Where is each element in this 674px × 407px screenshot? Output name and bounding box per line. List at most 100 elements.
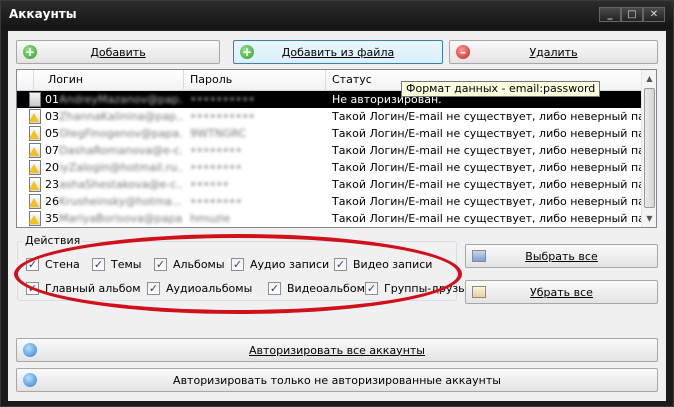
table-row[interactable]: 35MariyaBorisova@papa... hmuzie Такой Логи… xyxy=(17,210,641,227)
table-row[interactable]: 23ashaShestakova@e-c... •••••• Такой Логин… xyxy=(17,176,641,193)
actions-group: Действия ✓ Стена ✓ Темы ✓ Альбомы ✓ Аудио запис… xyxy=(17,234,471,301)
close-button[interactable]: ✕ xyxy=(643,7,665,22)
action-checkbox[interactable]: ✓ Аудиоальбомы xyxy=(147,280,252,296)
action-checkbox[interactable]: ✓ Группы-друзья xyxy=(365,280,471,296)
authorize-unauthorized-label: Авторизировать только не авторизированны… xyxy=(173,373,501,387)
scroll-up-icon[interactable]: ▲ xyxy=(642,70,657,87)
login-cell: 23ashaShestakova@e-c... xyxy=(45,178,183,191)
action-checkbox[interactable]: ✓ Альбомы xyxy=(154,256,225,272)
checkmark-icon[interactable]: ✓ xyxy=(231,257,244,271)
scroll-down-icon[interactable]: ▼ xyxy=(642,210,657,227)
table-row[interactable]: 26Krusheinsky@hotma... •••••••• Такой Логи… xyxy=(17,193,641,210)
add-button-label: Добавить xyxy=(90,45,146,59)
add-from-file-button[interactable]: + Добавить из файла xyxy=(233,40,443,64)
client-area: + Добавить + Добавить из файла – Удалить… xyxy=(8,31,666,401)
authorize-all-label: Авторизировать все аккаунты xyxy=(249,343,425,357)
status-cell: Такой Логин/E-mail не существует, либо н… xyxy=(332,144,641,157)
delete-icon: – xyxy=(456,45,470,59)
password-cell: 9WTNGRC xyxy=(190,127,247,140)
login-cell: 01AndreyMazanov@pap... xyxy=(45,93,183,106)
checkbox-label: Аудиоальбомы xyxy=(166,281,253,295)
icon-column-header[interactable] xyxy=(17,70,34,91)
authorize-all-icon xyxy=(23,343,37,357)
table-row[interactable]: 03ZhannaKalinina@pap... •••••••••• Такой Л… xyxy=(17,108,641,125)
warning-icon xyxy=(29,177,41,192)
authorize-unauthorized-icon xyxy=(23,373,37,387)
status-cell: Такой Логин/E-mail не существует, либо н… xyxy=(332,212,641,225)
login-cell: 07DashaRomanova@e-c... xyxy=(45,144,183,157)
maximize-button[interactable]: □ xyxy=(621,7,643,22)
authorize-unauthorized-button[interactable]: Авторизировать только не авторизированны… xyxy=(16,368,658,392)
delete-button-label: Удалить xyxy=(529,45,578,59)
action-checkbox[interactable]: ✓ Главный альбом xyxy=(26,280,141,296)
checkbox-label: Стена xyxy=(45,257,80,271)
column-password[interactable]: Пароль xyxy=(184,70,326,91)
delete-button[interactable]: – Удалить xyxy=(449,40,658,64)
checkmark-icon[interactable]: ✓ xyxy=(268,281,281,295)
warning-icon xyxy=(29,126,41,141)
checkbox-label: Главный альбом xyxy=(45,281,141,295)
action-checkbox[interactable]: ✓ Видеоальбомы xyxy=(268,280,374,296)
add-icon: + xyxy=(23,45,37,59)
table-row[interactable]: 07DashaRomanova@e-c... •••••••• Такой Логи… xyxy=(17,142,641,159)
password-cell: •••••••• xyxy=(190,144,242,157)
warning-triangle-icon xyxy=(29,147,39,156)
checkmark-icon[interactable]: ✓ xyxy=(365,281,378,295)
add-button[interactable]: + Добавить xyxy=(16,40,220,64)
login-cell: 05OlegFinogenov@papa... xyxy=(45,127,183,140)
checkmark-icon[interactable]: ✓ xyxy=(92,257,105,271)
warning-icon xyxy=(29,143,41,158)
checkbox-label: Аудио записи xyxy=(250,257,330,271)
checkbox-label: Группы-друзья xyxy=(384,281,472,295)
checkmark-icon[interactable]: ✓ xyxy=(147,281,160,295)
warning-triangle-icon xyxy=(29,215,39,224)
password-cell: •••••••••• xyxy=(190,93,255,106)
warning-triangle-icon xyxy=(29,164,39,173)
status-cell: Такой Логин/E-mail не существует, либо н… xyxy=(332,110,641,123)
title-bar[interactable]: Аккаунты _ □ ✕ xyxy=(1,1,673,29)
scroll-thumb[interactable] xyxy=(644,88,655,208)
table-row[interactable]: 05OlegFinogenov@papa... 9WTNGRC Такой Логи… xyxy=(17,125,641,142)
warning-triangle-icon xyxy=(29,130,39,139)
deselect-all-icon xyxy=(472,286,486,298)
warning-triangle-icon xyxy=(29,181,39,190)
account-icon xyxy=(29,92,41,107)
login-cell: 20iyZalogin@hotmail.ru... xyxy=(45,161,183,174)
action-checkbox[interactable]: ✓ Видео записи xyxy=(334,256,432,272)
authorize-all-button[interactable]: Авторизировать все аккаунты xyxy=(16,338,658,362)
column-login[interactable]: Логин xyxy=(34,70,184,91)
deselect-all-label: Убрать все xyxy=(530,285,593,299)
warning-triangle-icon xyxy=(29,198,39,207)
status-cell: Такой Логин/E-mail не существует, либо н… xyxy=(332,161,641,174)
password-cell: •••••• xyxy=(190,178,229,191)
action-checkbox[interactable]: ✓ Стена xyxy=(26,256,80,272)
checkmark-icon[interactable]: ✓ xyxy=(154,257,167,271)
checkmark-icon[interactable]: ✓ xyxy=(334,257,347,271)
password-cell: •••••••••• xyxy=(190,110,255,123)
minimize-button[interactable]: _ xyxy=(599,7,621,22)
status-cell: Такой Логин/E-mail не существует, либо н… xyxy=(332,178,641,191)
actions-group-title: Действия xyxy=(23,234,83,247)
checkmark-icon[interactable]: ✓ xyxy=(26,257,39,271)
select-all-label: Выбрать все xyxy=(525,249,598,263)
add-from-file-label: Добавить из файла xyxy=(281,45,395,59)
warning-icon xyxy=(29,211,41,226)
checkmark-icon[interactable]: ✓ xyxy=(26,281,39,295)
password-cell: hmuzie xyxy=(190,212,231,225)
password-cell: •••••••• xyxy=(190,161,242,174)
action-checkbox[interactable]: ✓ Темы xyxy=(92,256,141,272)
warning-icon xyxy=(29,109,41,124)
action-checkbox[interactable]: ✓ Аудио записи xyxy=(231,256,329,272)
select-all-button[interactable]: Выбрать все xyxy=(465,244,658,268)
deselect-all-button[interactable]: Убрать все xyxy=(465,280,658,304)
list-scrollbar[interactable]: ▲ ▼ xyxy=(641,70,656,227)
login-cell: 35MariyaBorisova@papa... xyxy=(45,212,183,225)
accounts-window: Аккаунты _ □ ✕ + Добавить + Добавить из … xyxy=(0,0,674,407)
password-cell: •••••••• xyxy=(190,195,242,208)
login-cell: 03ZhannaKalinina@pap... xyxy=(45,110,183,123)
status-cell: Такой Логин/E-mail не существует, либо н… xyxy=(332,195,641,208)
window-title: Аккаунты xyxy=(9,7,77,21)
warning-icon xyxy=(29,160,41,175)
add-file-icon: + xyxy=(240,45,254,59)
table-row[interactable]: 20iyZalogin@hotmail.ru... •••••••• Такой Л… xyxy=(17,159,641,176)
